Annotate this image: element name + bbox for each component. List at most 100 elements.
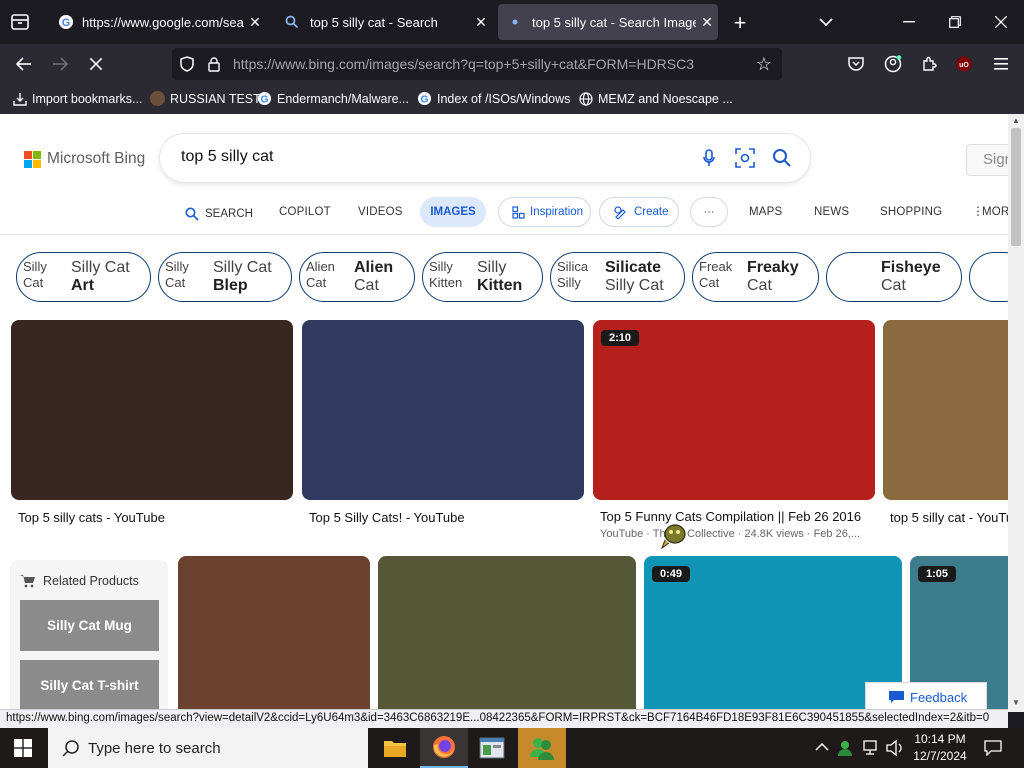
tab-bing-search[interactable]: top 5 silly cat - Search ✕ (274, 4, 492, 40)
url-bar[interactable]: https://www.bing.com/images/search?q=top… (172, 48, 782, 80)
show-hidden-icons[interactable] (815, 739, 829, 755)
related-pill[interactable]: Silly Cat Silly Cat Art (16, 252, 151, 302)
microphone-icon[interactable] (698, 147, 720, 169)
close-tab-icon[interactable]: ✕ (696, 14, 718, 31)
back-icon[interactable] (14, 54, 34, 74)
nav-shopping[interactable]: SHOPPING (880, 206, 942, 218)
tracking-protection-icon[interactable] (178, 55, 196, 73)
nav-copilot[interactable]: COPILOT (279, 206, 331, 218)
google-icon: G (257, 91, 272, 106)
image-caption[interactable]: Top 5 Silly Cats! - YouTube (309, 510, 465, 525)
related-pill[interactable]: Silly Cat Silly Cat Blep (158, 252, 292, 302)
close-tab-icon[interactable]: ✕ (470, 14, 492, 31)
close-tab-icon[interactable]: ✕ (244, 14, 266, 31)
tab-google[interactable]: G https://www.google.com/searc ✕ (48, 4, 266, 40)
video-result[interactable]: 2:10 (593, 320, 875, 500)
extensions-icon[interactable] (918, 54, 940, 74)
close-window-icon[interactable] (990, 12, 1012, 32)
image-caption[interactable]: Top 5 silly cats - YouTube (18, 510, 165, 525)
forward-icon[interactable] (50, 54, 70, 74)
scroll-up-icon[interactable]: ▲ (1012, 116, 1020, 125)
feedback-button[interactable]: Feedback (865, 682, 987, 712)
firefox-taskbar-button[interactable] (420, 728, 468, 768)
ublock-origin-icon[interactable]: uO (953, 54, 975, 74)
page-scrollbar[interactable]: ▲ ▼ (1008, 114, 1024, 712)
bookmark-endermanch[interactable]: G Endermanch/Malware... (257, 91, 409, 106)
image-result[interactable] (11, 320, 293, 500)
volume-icon[interactable] (885, 738, 905, 758)
firefox-view-icon[interactable] (10, 13, 30, 31)
tab-bar: G https://www.google.com/searc ✕ top 5 s… (0, 0, 1024, 44)
stop-loading-icon[interactable] (86, 54, 106, 74)
tab-title: top 5 silly cat - Search (310, 14, 438, 30)
nav-more-button[interactable]: ··· (690, 197, 728, 227)
image-result[interactable] (178, 556, 370, 712)
nav-news[interactable]: NEWS (814, 206, 849, 218)
site-favicon-icon (150, 91, 165, 106)
video-meta: YouTube · The ... Collective · 24.8K vie… (600, 528, 861, 540)
minimize-icon[interactable] (898, 12, 920, 32)
video-duration: 0:49 (652, 566, 691, 582)
google-icon: G (58, 14, 74, 30)
nav-search[interactable]: SEARCH (184, 206, 253, 222)
image-result[interactable] (302, 320, 584, 500)
nav-maps[interactable]: MAPS (749, 206, 782, 218)
sign-in-button[interactable]: Sign (966, 144, 1008, 176)
scroll-down-icon[interactable]: ▼ (1012, 698, 1020, 707)
notifications-icon[interactable] (982, 738, 1004, 758)
windows-taskbar: Type here to search 10:14 PM 12/7/2024 (0, 728, 1024, 768)
app-window-icon[interactable] (477, 736, 507, 760)
image-result[interactable] (378, 556, 636, 712)
users-tray-icon[interactable] (837, 738, 857, 758)
nav-videos[interactable]: VIDEOS (358, 206, 403, 218)
file-explorer-icon[interactable] (380, 736, 410, 760)
bookmark-memz[interactable]: MEMZ and Noescape ... (578, 91, 733, 106)
feedback-icon (888, 690, 904, 704)
image-result[interactable] (883, 320, 1008, 500)
related-pill[interactable]: Silly Kitten Silly Kitten (422, 252, 543, 302)
related-products-header: Related Products (20, 574, 139, 588)
windows-start-icon[interactable] (13, 739, 33, 757)
related-pill[interactable]: Alien Cat Alien Cat (299, 252, 415, 302)
video-result[interactable]: 0:49 (644, 556, 902, 712)
image-caption[interactable]: top 5 silly cat - YouTube (890, 510, 1008, 525)
related-pill[interactable]: Freak Cat Freaky Cat (692, 252, 819, 302)
related-pill[interactable]: Silica Silly Silicate Silly Cat (550, 252, 685, 302)
network-icon[interactable] (862, 738, 882, 758)
bookmark-index-isos[interactable]: G Index of /ISOs/Windows (417, 91, 570, 106)
related-product-button[interactable]: Silly Cat Mug (20, 600, 159, 651)
restore-icon[interactable] (944, 12, 966, 32)
bookmark-star-icon[interactable]: ☆ (754, 54, 774, 74)
visual-search-icon[interactable] (734, 147, 756, 169)
related-pill[interactable] (969, 252, 1008, 302)
new-tab-icon[interactable]: + (729, 10, 751, 35)
lock-icon[interactable] (206, 55, 222, 73)
google-icon: G (417, 91, 432, 106)
nav-create[interactable]: Create (599, 197, 679, 227)
search-icon[interactable] (771, 147, 793, 169)
menu-icon[interactable] (990, 54, 1012, 74)
taskbar-search-box[interactable]: Type here to search (48, 728, 368, 768)
tab-title: https://www.google.com/searc (82, 14, 244, 30)
pocket-icon[interactable] (845, 54, 867, 74)
svg-text:G: G (62, 17, 71, 29)
svg-text:G: G (420, 94, 428, 105)
tab-bing-images[interactable]: top 5 silly cat - Search Images ✕ (498, 4, 718, 40)
bookmark-russian-test[interactable]: RUSSIAN TEST (150, 91, 261, 106)
url-text[interactable]: https://www.bing.com/images/search?q=top… (233, 56, 733, 72)
system-clock[interactable]: 10:14 PM 12/7/2024 (909, 731, 971, 765)
nav-images[interactable]: IMAGES (420, 197, 486, 227)
related-pill[interactable]: Fisheye Cat (826, 252, 962, 302)
scrollbar-thumb[interactable] (1011, 128, 1021, 246)
bookmark-import[interactable]: Import bookmarks... (12, 91, 142, 106)
account-icon[interactable] (882, 54, 904, 74)
list-tabs-icon[interactable] (815, 12, 837, 32)
search-icon (184, 206, 200, 222)
related-product-button[interactable]: Silly Cat T-shirt (20, 660, 159, 711)
nav-inspiration[interactable]: Inspiration (498, 197, 591, 227)
nav-more-label[interactable]: MOR (982, 206, 1008, 218)
image-caption[interactable]: Top 5 Funny Cats Compilation || Feb 26 2… (600, 509, 861, 524)
active-app-taskbar-button[interactable] (518, 728, 566, 768)
search-input[interactable]: top 5 silly cat (181, 148, 273, 166)
bing-logo[interactable]: Microsoft Bing (24, 150, 145, 168)
